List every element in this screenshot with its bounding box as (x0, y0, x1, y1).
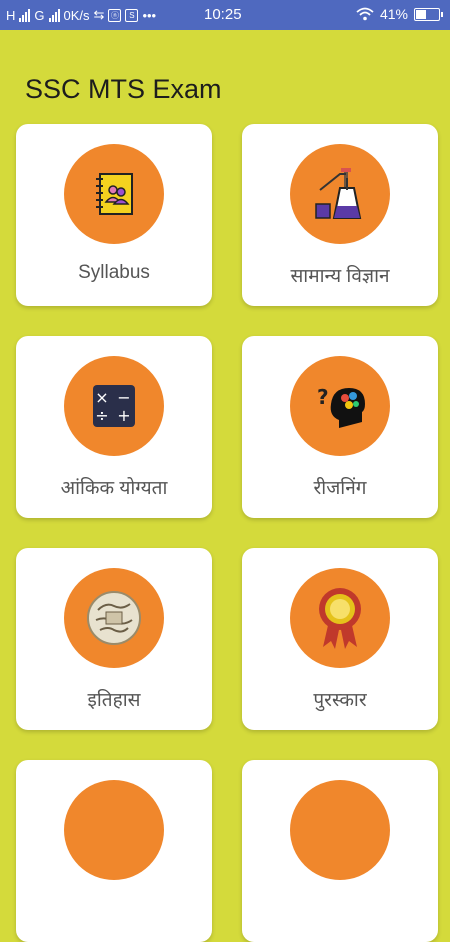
icon-circle (64, 144, 164, 244)
icon-circle (290, 568, 390, 668)
brain-reasoning-icon: ? (317, 385, 365, 428)
syllabus-book-icon (96, 173, 133, 215)
icon-circle (290, 144, 390, 244)
svg-text:+: + (117, 406, 130, 425)
icon-circle: ? (290, 356, 390, 456)
signal-strength-2-icon (48, 8, 60, 22)
more-notifications-icon: ••• (142, 7, 157, 23)
science-lab-icon (315, 168, 362, 219)
notification-app-icon: ⓝ (108, 8, 122, 22)
svg-text:−: − (117, 388, 130, 407)
card-label: पुरस्कार (313, 690, 367, 711)
card-numerical[interactable]: × − ÷ + आंकिक योग्यता (16, 336, 212, 518)
wifi-icon (356, 7, 374, 21)
card-science[interactable]: सामान्य विज्ञान (242, 124, 438, 306)
icon-circle (64, 568, 164, 668)
icon-circle: × − ÷ + (64, 356, 164, 456)
battery-percent: 41% (379, 6, 408, 22)
calculator-icon: × − ÷ + (93, 385, 135, 427)
svg-text:÷: ÷ (95, 406, 108, 425)
card-reasoning[interactable]: ? रीजनिंग (242, 336, 438, 518)
card-label: सामान्य विज्ञान (290, 266, 390, 287)
status-time: 10:25 (204, 6, 242, 23)
card-label: रीजनिंग (313, 478, 367, 499)
award-ribbon-icon (319, 588, 361, 649)
usb-icon: ⇆ (93, 7, 105, 22)
card-syllabus[interactable]: Syllabus (16, 124, 212, 306)
card-history[interactable]: इतिहास (16, 548, 212, 730)
card-more-right[interactable] (242, 760, 438, 942)
card-label: Syllabus (78, 262, 150, 283)
card-label: इतिहास (87, 690, 141, 711)
card-awards[interactable]: पुरस्कार (242, 548, 438, 730)
svg-text:×: × (95, 388, 108, 407)
network-type-g: G (34, 7, 45, 23)
network-type-h: H (6, 7, 16, 23)
history-scroll-icon (87, 591, 141, 645)
battery-icon (414, 7, 443, 21)
icon-circle (290, 780, 390, 880)
status-bar: H G 0K/s ⇆ ⓝ S ••• 10:25 41% (0, 0, 450, 30)
signal-strength-icon (19, 8, 31, 22)
icon-circle (64, 780, 164, 880)
card-label: आंकिक योग्यता (60, 478, 168, 499)
svg-text:?: ? (317, 385, 329, 409)
network-speed: 0K/s (63, 7, 90, 23)
notification-s-icon: S (125, 8, 139, 22)
status-left: H G 0K/s ⇆ ⓝ S ••• (6, 7, 156, 23)
page-title: SSC MTS Exam (25, 74, 222, 104)
card-more-left[interactable] (16, 760, 212, 942)
status-right: 41% (356, 6, 443, 22)
